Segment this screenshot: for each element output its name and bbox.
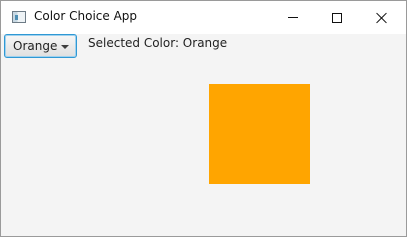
title-bar: Color Choice App: [1, 1, 406, 34]
app-icon: [12, 11, 26, 23]
color-select[interactable]: Orange: [4, 34, 77, 58]
color-preview-square: [209, 84, 310, 184]
maximize-button[interactable]: [314, 1, 359, 34]
close-icon: [376, 12, 388, 24]
minimize-icon: [287, 17, 298, 18]
chevron-down-icon: [61, 45, 69, 49]
window-title: Color Choice App: [34, 9, 138, 23]
maximize-icon: [331, 12, 342, 23]
color-select-value: Orange: [13, 39, 58, 53]
close-button[interactable]: [359, 1, 404, 34]
minimize-button[interactable]: [270, 1, 315, 34]
app-window: Color Choice App Orange Selected Color: …: [0, 0, 407, 237]
selected-color-label: Selected Color: Orange: [88, 36, 228, 50]
